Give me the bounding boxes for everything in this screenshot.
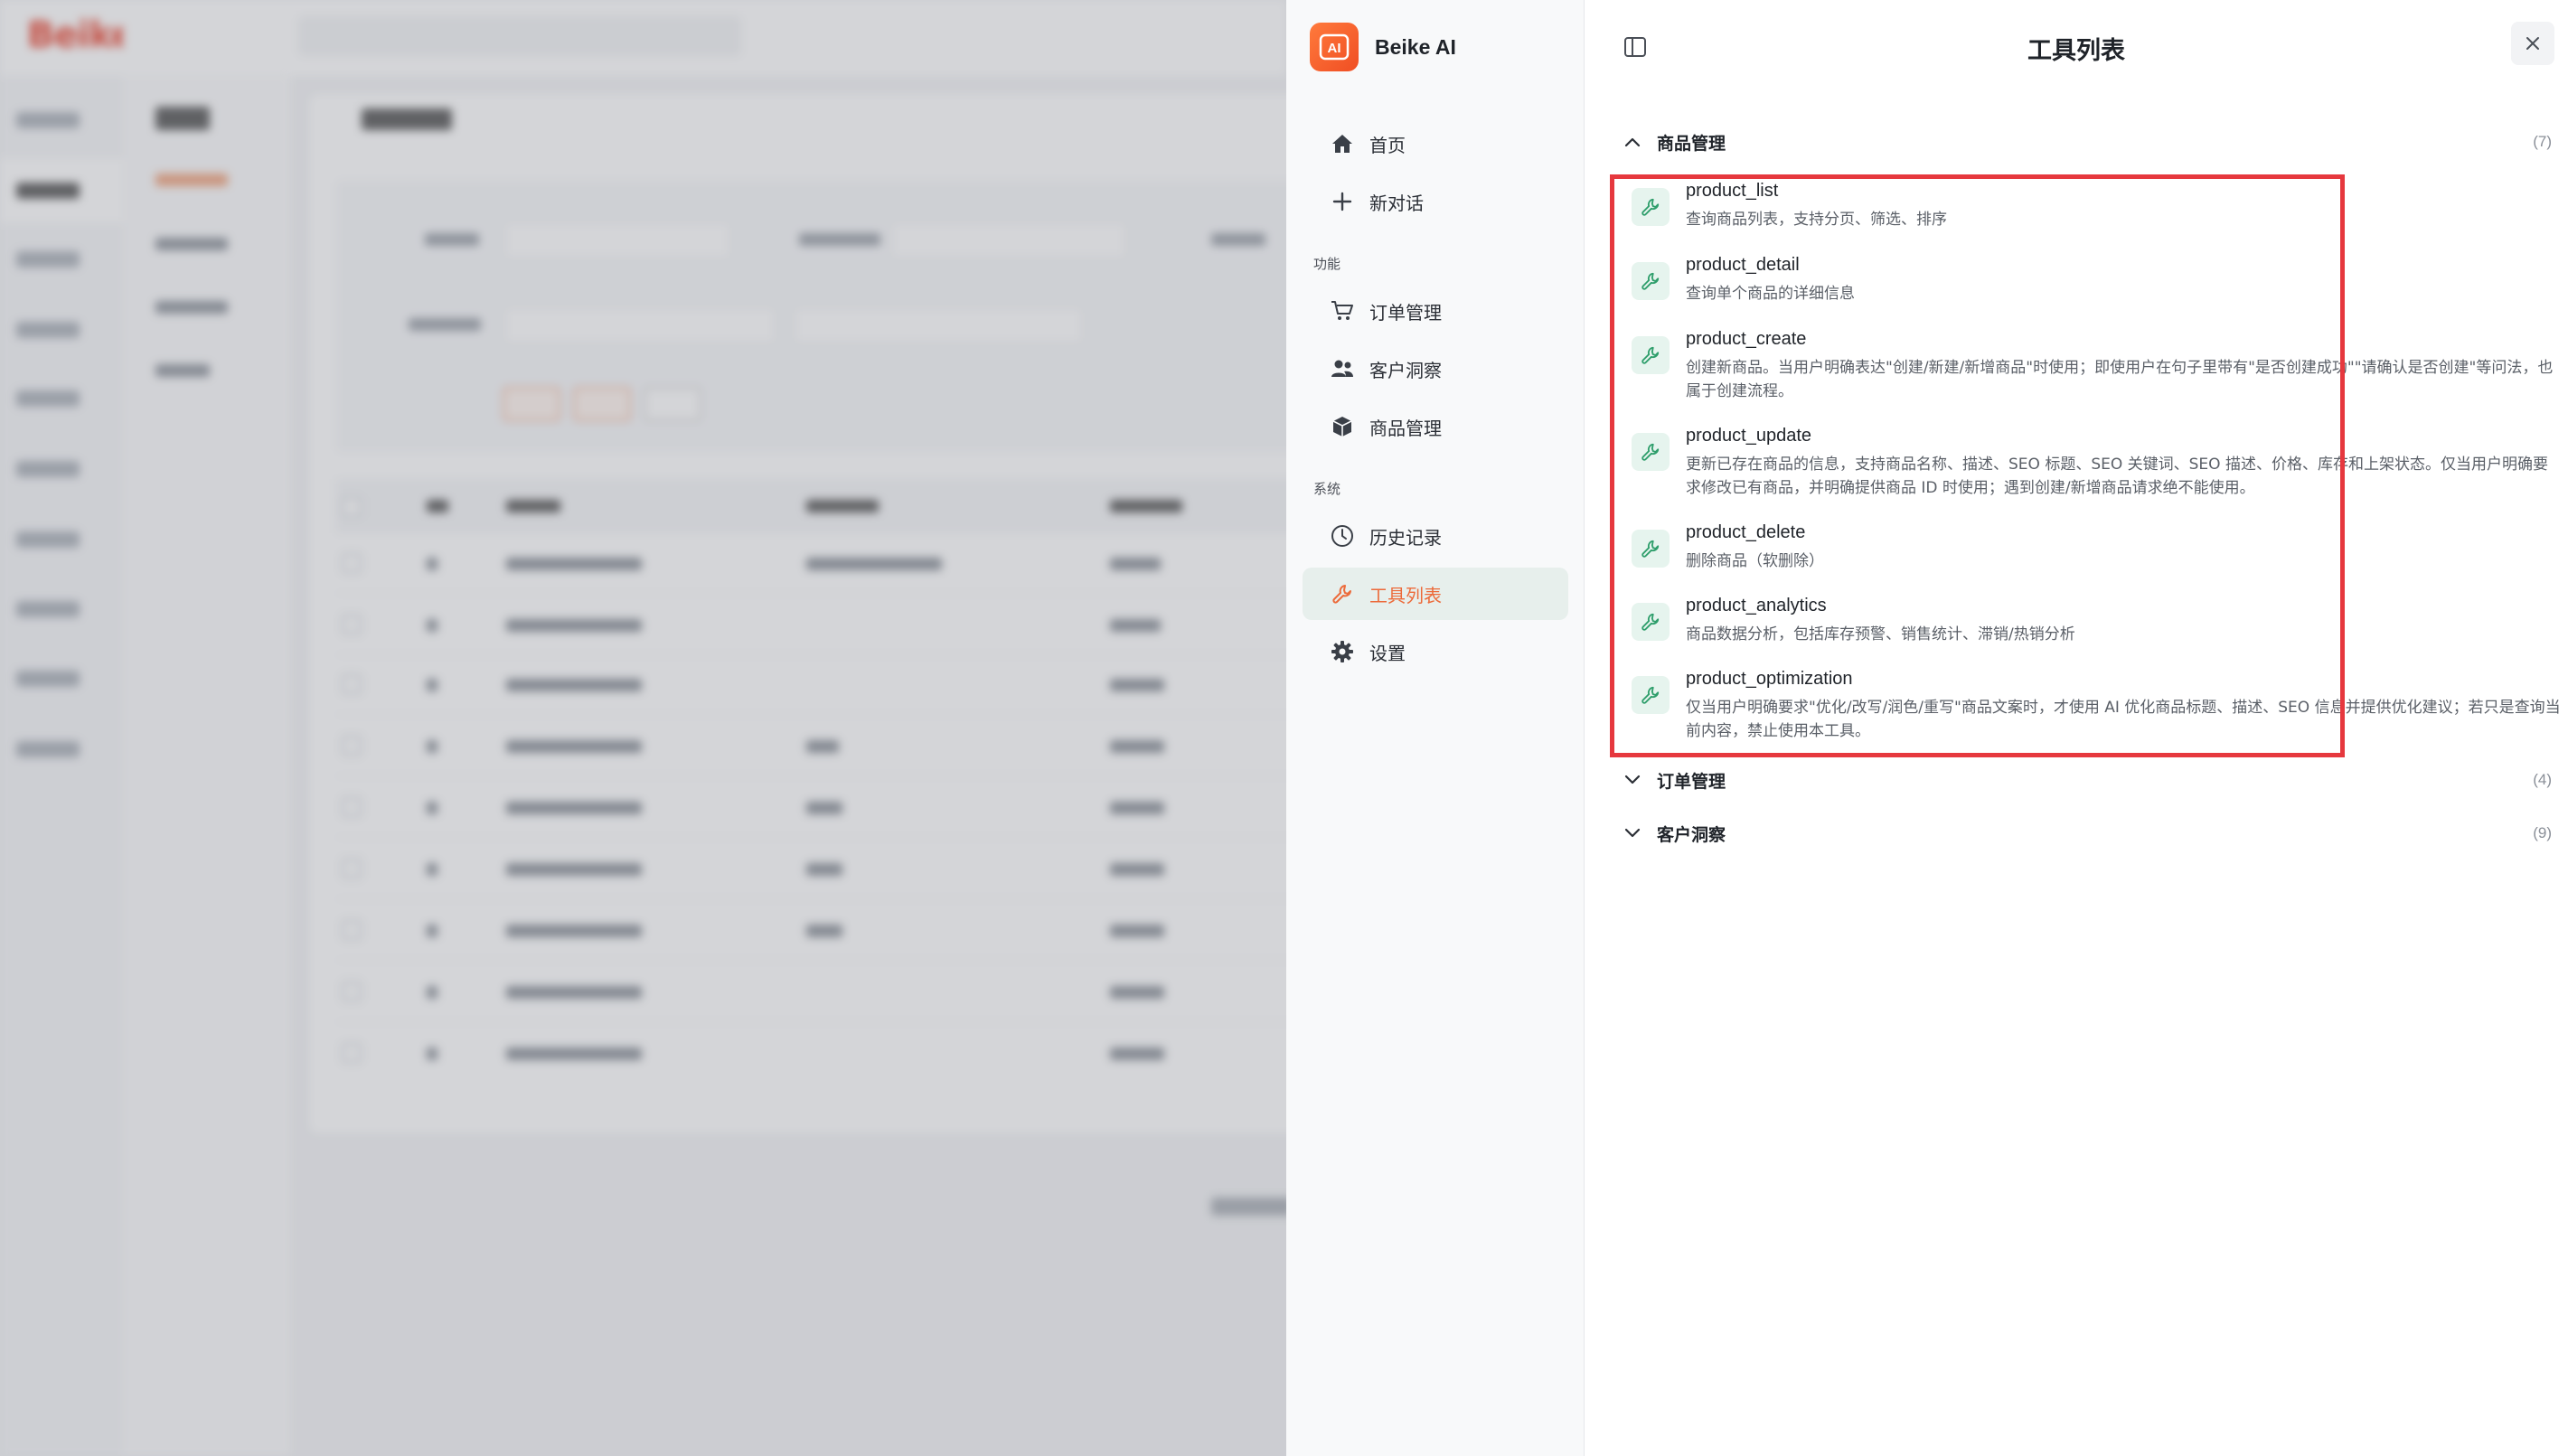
chevron-down-icon bbox=[1621, 768, 1644, 792]
nav-label-history: 历史记录 bbox=[1369, 526, 1442, 549]
group-header-orders[interactable]: 订单管理 (4) bbox=[1621, 766, 2552, 794]
beike-ai-logo-icon: AI bbox=[1310, 23, 1359, 71]
chevron-up-icon bbox=[1621, 130, 1644, 154]
group-name: 客户洞察 bbox=[1657, 824, 1726, 845]
group-header-products[interactable]: 商品管理 (7) bbox=[1621, 127, 2552, 156]
wrench-icon bbox=[1632, 188, 1670, 226]
nav-item-orders[interactable]: 订单管理 bbox=[1303, 285, 1568, 337]
cart-icon bbox=[1330, 298, 1355, 324]
group-header-customers[interactable]: 客户洞察 (9) bbox=[1621, 819, 2552, 848]
nav-item-new-chat[interactable]: 新对话 bbox=[1303, 175, 1568, 228]
nav-label-home: 首页 bbox=[1369, 134, 1406, 156]
users-icon bbox=[1330, 356, 1355, 381]
nav-label-products: 商品管理 bbox=[1369, 417, 1442, 439]
svg-text:AI: AI bbox=[1328, 41, 1341, 56]
close-icon bbox=[2526, 37, 2539, 50]
wrench-icon bbox=[1632, 676, 1670, 714]
wrench-icon bbox=[1632, 433, 1670, 471]
nav-label-settings: 设置 bbox=[1369, 642, 1406, 664]
group-name: 订单管理 bbox=[1657, 771, 1726, 792]
tool-name: product_update bbox=[1686, 426, 1812, 446]
nav-item-history[interactable]: 历史记录 bbox=[1303, 510, 1568, 562]
nav-section-system: 系统 bbox=[1313, 481, 1341, 497]
tool-name: product_analytics bbox=[1686, 596, 1827, 615]
clock-icon bbox=[1330, 523, 1355, 549]
nav-item-settings[interactable]: 设置 bbox=[1303, 625, 1568, 678]
wrench-icon bbox=[1632, 530, 1670, 568]
ai-assistant-panel: AI Beike AI 首页 新对话 功能 订单管理 客户洞察 商品管理 系统 … bbox=[1286, 0, 2568, 1456]
tool-name: product_create bbox=[1686, 329, 1807, 349]
nav-section-features: 功能 bbox=[1313, 256, 1341, 272]
brand-name: Beike AI bbox=[1375, 34, 1456, 59]
nav-item-customers[interactable]: 客户洞察 bbox=[1303, 343, 1568, 395]
gear-icon bbox=[1330, 639, 1355, 664]
wrench-icon bbox=[1632, 336, 1670, 374]
wrench-icon bbox=[1632, 603, 1670, 641]
nav-label-tools: 工具列表 bbox=[1369, 584, 1442, 606]
nav-item-tools[interactable]: 工具列表 bbox=[1303, 568, 1568, 620]
tool-description: 创建新商品。当用户明确表达"创建/新建/新增商品"时使用；即使用户在句子里带有"… bbox=[1686, 359, 2554, 400]
nav-label-customers: 客户洞察 bbox=[1369, 359, 1442, 381]
brand: AI Beike AI bbox=[1310, 20, 1456, 74]
group-count: (9) bbox=[2533, 824, 2552, 841]
tool-description: 更新已存在商品的信息，支持商品名称、描述、SEO 标题、SEO 关键词、SEO … bbox=[1686, 456, 2548, 497]
ai-sidebar: AI Beike AI 首页 新对话 功能 订单管理 客户洞察 商品管理 系统 … bbox=[1286, 0, 1585, 1456]
tool-description: 删除商品（软删除） bbox=[1686, 552, 1824, 570]
group-name: 商品管理 bbox=[1657, 133, 1726, 154]
wrench-icon bbox=[1330, 581, 1355, 606]
nav-label-new-chat: 新对话 bbox=[1369, 192, 1424, 214]
tool-description: 仅当用户明确要求"优化/改写/润色/重写"商品文案时，才使用 AI 优化商品标题… bbox=[1686, 699, 2561, 740]
home-icon bbox=[1330, 131, 1355, 156]
group-count: (7) bbox=[2533, 133, 2552, 150]
tool-description: 查询商品列表，支持分页、筛选、排序 bbox=[1686, 211, 1947, 229]
tool-name: product_detail bbox=[1686, 255, 1800, 275]
plus-icon bbox=[1330, 189, 1355, 214]
tool-name: product_delete bbox=[1686, 522, 1806, 542]
tool-description: 商品数据分析，包括库存预警、销售统计、滞销/热销分析 bbox=[1686, 625, 2075, 643]
nav-label-orders: 订单管理 bbox=[1369, 301, 1442, 324]
chevron-down-icon bbox=[1621, 822, 1644, 845]
close-button[interactable] bbox=[2511, 22, 2554, 65]
group-count: (4) bbox=[2533, 771, 2552, 788]
box-icon bbox=[1330, 414, 1355, 439]
wrench-icon bbox=[1632, 262, 1670, 300]
background-admin-page: BeikeShop bbox=[0, 0, 1286, 1456]
tool-name: product_list bbox=[1686, 181, 1779, 201]
page-title: 工具列表 bbox=[2027, 37, 2125, 65]
nav-item-home[interactable]: 首页 bbox=[1303, 117, 1568, 170]
tool-name: product_optimization bbox=[1686, 669, 1853, 689]
nav-item-products[interactable]: 商品管理 bbox=[1303, 400, 1568, 453]
tool-description: 查询单个商品的详细信息 bbox=[1686, 285, 1855, 303]
